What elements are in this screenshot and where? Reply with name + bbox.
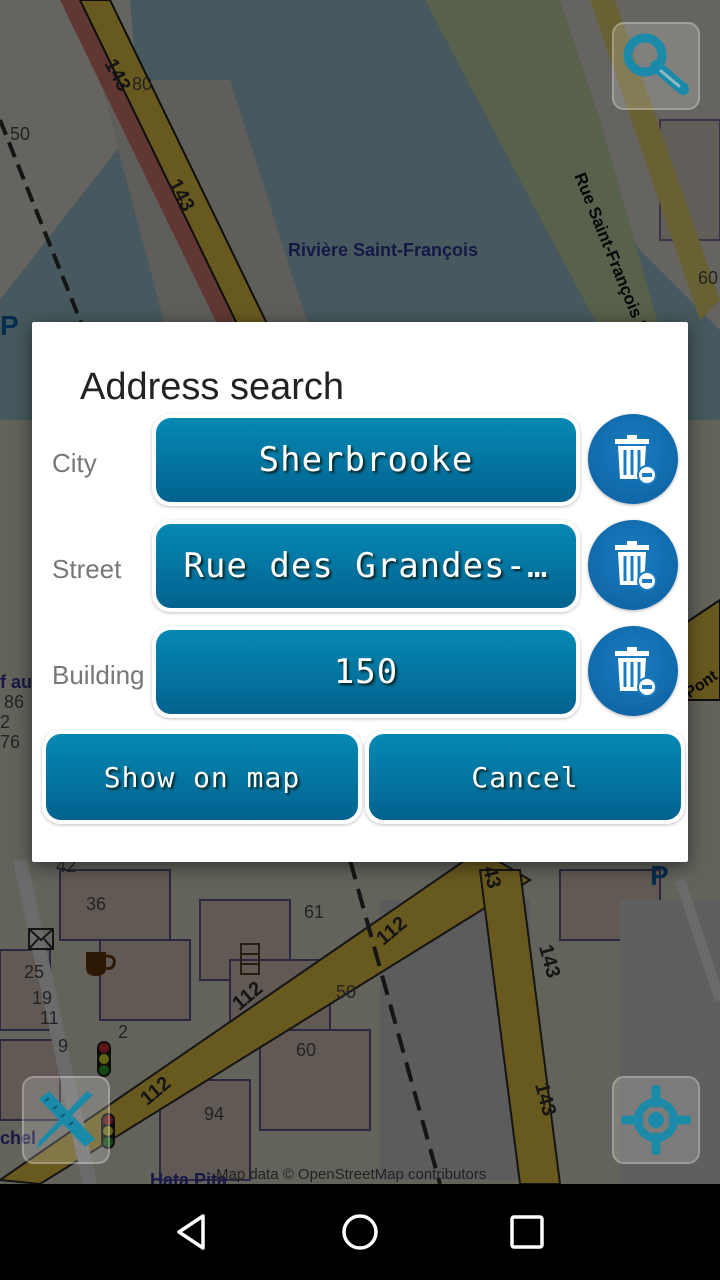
search-icon [623, 33, 689, 95]
locate-button[interactable] [612, 1076, 700, 1164]
city-field[interactable]: Sherbrooke [152, 414, 580, 506]
back-button[interactable] [163, 1202, 223, 1262]
ruler-pencil-icon [37, 1091, 95, 1149]
map-attribution: Map data © OpenStreetMap contributors [216, 1166, 487, 1183]
building-field[interactable]: 150 [152, 626, 580, 718]
street-field[interactable]: Rue des Grandes-… [152, 520, 580, 612]
dialog-title: Address search [80, 366, 345, 408]
search-button[interactable] [612, 22, 700, 110]
building-value[interactable]: 150 [156, 630, 576, 714]
trash-icon [615, 435, 657, 485]
cancel-button-frame: Cancel [365, 730, 685, 824]
home-circle-icon [342, 1214, 378, 1250]
recents-square-icon [509, 1215, 544, 1249]
show-on-map-button[interactable]: Show on map [46, 734, 358, 820]
cancel-button[interactable]: Cancel [369, 734, 681, 820]
address-search-dialog: Address search City Sherbrooke Street Ru… [32, 322, 688, 862]
back-triangle-icon [177, 1214, 206, 1250]
trash-icon [615, 541, 657, 591]
crosshair-icon [621, 1085, 691, 1155]
system-nav-bar [0, 1184, 720, 1280]
clear-building-button[interactable] [588, 626, 678, 716]
building-label: Building [52, 660, 145, 690]
clear-street-button[interactable] [588, 520, 678, 610]
recents-button[interactable] [497, 1202, 557, 1262]
city-label: City [52, 448, 97, 478]
city-value[interactable]: Sherbrooke [156, 418, 576, 502]
tools-button[interactable] [22, 1076, 110, 1164]
street-value[interactable]: Rue des Grandes-… [156, 524, 576, 608]
street-label: Street [52, 554, 122, 584]
trash-icon [615, 647, 657, 697]
clear-city-button[interactable] [588, 414, 678, 504]
show-on-map-button-frame: Show on map [42, 730, 362, 824]
home-button[interactable] [330, 1202, 390, 1262]
